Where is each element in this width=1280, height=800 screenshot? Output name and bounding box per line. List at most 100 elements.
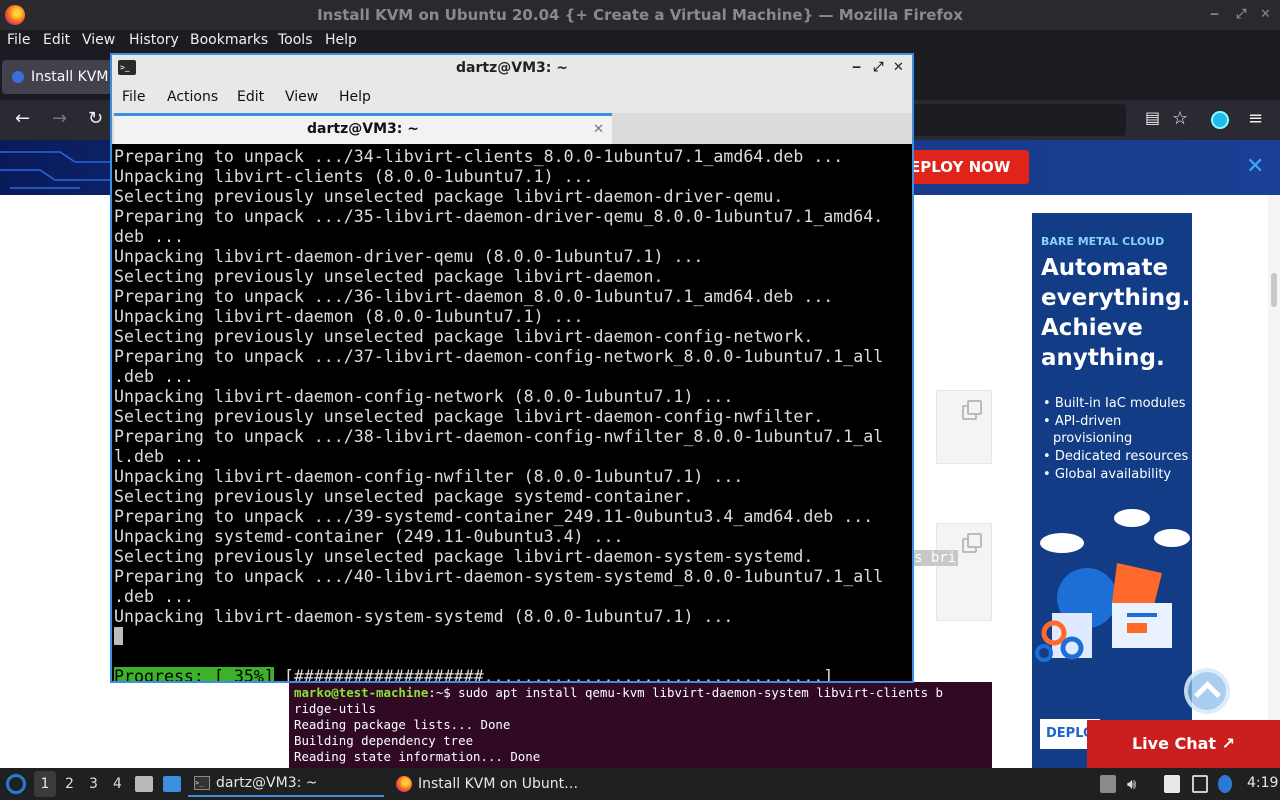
terminal-tab[interactable]: dartz@VM3: ~ ✕ bbox=[114, 113, 612, 144]
copy-icon[interactable] bbox=[962, 533, 982, 553]
terminal-output[interactable]: Preparing to unpack .../34-libvirt-clien… bbox=[114, 147, 910, 683]
ad-bullet: • Global availability bbox=[1043, 467, 1172, 482]
terminal-line: Preparing to unpack .../36-libvirt-daemo… bbox=[114, 287, 834, 306]
menu-bookmarks[interactable]: Bookmarks bbox=[190, 32, 268, 48]
terminal-menu-file[interactable]: File bbox=[122, 89, 145, 105]
ad-bullet: • API-driven provisioning bbox=[1043, 414, 1133, 446]
terminal-line: Preparing to unpack .../39-systemd-conta… bbox=[114, 507, 874, 526]
account-icon[interactable] bbox=[1211, 111, 1229, 129]
forward-icon[interactable]: → bbox=[52, 108, 67, 129]
circuit-graphic-icon bbox=[0, 151, 120, 189]
copy-icon[interactable] bbox=[962, 400, 982, 420]
progress-bar: [###################....................… bbox=[273, 667, 834, 683]
workspace-2[interactable]: 2 bbox=[65, 776, 74, 792]
terminal-line: Preparing to unpack .../34-libvirt-clien… bbox=[114, 147, 844, 166]
terminal-menu-view[interactable]: View bbox=[285, 89, 318, 105]
terminal-line: .deb ... bbox=[114, 587, 194, 606]
minimize-icon[interactable]: ‒ bbox=[1210, 8, 1219, 22]
terminal-line: Unpacking libvirt-daemon-driver-qemu (8.… bbox=[114, 247, 704, 266]
terminal-line: Preparing to unpack .../37-libvirt-daemo… bbox=[114, 347, 884, 366]
terminal-window[interactable]: >_ dartz@VM3: ~ ‒ ⤢ ✕ File Actions Edit … bbox=[110, 53, 914, 683]
terminal-minimize-icon[interactable]: ‒ bbox=[852, 55, 861, 81]
terminal-line: Selecting previously unselected package … bbox=[114, 487, 694, 506]
article-terminal-screenshot: marko@test-machine:~$ sudo apt install q… bbox=[289, 682, 992, 768]
volume-icon[interactable]: 🔊︎ bbox=[1127, 775, 1143, 793]
display-icon[interactable] bbox=[1192, 775, 1208, 793]
terminal-window-title: dartz@VM3: ~ bbox=[456, 60, 568, 76]
progress-line: Progress: [ 35%] [###################...… bbox=[114, 667, 910, 683]
reload-icon[interactable]: ↻ bbox=[88, 108, 103, 129]
terminal-tab-close-icon[interactable]: ✕ bbox=[593, 116, 604, 143]
terminal-menu-edit[interactable]: Edit bbox=[237, 89, 264, 105]
terminal-line: deb ... bbox=[114, 227, 184, 246]
terminal-line: ridge-utils bbox=[294, 701, 377, 716]
clipboard-icon[interactable] bbox=[1164, 775, 1180, 793]
bookmark-star-icon[interactable]: ☆ bbox=[1172, 108, 1188, 129]
updates-icon[interactable] bbox=[1218, 775, 1232, 793]
ad-bullet: • Built-in IaC modules bbox=[1043, 396, 1186, 411]
menu-history[interactable]: History bbox=[129, 32, 179, 48]
cloud-illustration-icon bbox=[1035, 509, 1190, 662]
back-icon[interactable]: ← bbox=[15, 108, 30, 129]
terminal-line: Selecting previously unselected package … bbox=[114, 267, 664, 286]
taskbar-firefox-task[interactable]: Install KVM on Ubunt… bbox=[392, 771, 588, 797]
reader-view-icon[interactable]: ▤ bbox=[1145, 108, 1160, 127]
app-menu-icon[interactable]: ≡ bbox=[1248, 108, 1263, 129]
terminal-cursor-line bbox=[114, 627, 910, 647]
banner-close-icon[interactable]: ✕ bbox=[1246, 154, 1264, 179]
terminal-line: Preparing to unpack .../35-libvirt-daemo… bbox=[114, 207, 884, 226]
scrollbar-thumb[interactable] bbox=[1271, 273, 1277, 307]
menu-tools[interactable]: Tools bbox=[278, 32, 313, 48]
menu-help[interactable]: Help bbox=[325, 32, 357, 48]
page-scrollbar[interactable] bbox=[1268, 195, 1280, 768]
scroll-to-top-icon[interactable] bbox=[1184, 668, 1230, 714]
terminal-line: Unpacking libvirt-daemon (8.0.0-1ubuntu7… bbox=[114, 307, 584, 326]
ad-headline-line: Automate bbox=[1041, 255, 1169, 281]
terminal-line: Unpacking libvirt-daemon-config-nwfilter… bbox=[114, 467, 744, 486]
show-desktop-icon[interactable] bbox=[163, 776, 181, 792]
terminal-line: Selecting previously unselected package … bbox=[114, 187, 784, 206]
live-chat-button[interactable]: Live Chat ↗ bbox=[1087, 720, 1280, 768]
app-launcher-icon[interactable] bbox=[6, 774, 26, 794]
terminal-title-bar[interactable]: >_ dartz@VM3: ~ ‒ ⤢ ✕ bbox=[112, 55, 912, 81]
ad-headline-line: Achieve bbox=[1041, 315, 1143, 341]
taskbar-terminal-task[interactable]: >_ dartz@VM3: ~ bbox=[188, 771, 384, 797]
terminal-line: Preparing to unpack .../40-libvirt-daemo… bbox=[114, 567, 884, 586]
code-text-fragment: s bri bbox=[912, 550, 959, 566]
terminal-icon: >_ bbox=[118, 60, 136, 75]
menu-file[interactable]: File bbox=[7, 32, 30, 48]
browser-tab-title: Install KVM bbox=[31, 69, 109, 85]
advertisement[interactable]: BARE METAL CLOUD Automate everything. Ac… bbox=[1032, 213, 1192, 768]
terminal-menu-actions[interactable]: Actions bbox=[167, 89, 218, 105]
workspace-4[interactable]: 4 bbox=[113, 776, 122, 792]
terminal-line: Reading package lists... Done bbox=[294, 717, 511, 732]
terminal-menu-help[interactable]: Help bbox=[339, 89, 371, 105]
terminal-line: .deb ... bbox=[114, 367, 194, 386]
workspace-1[interactable]: 1 bbox=[34, 771, 56, 797]
firefox-window-title: Install KVM on Ubuntu 20.04 {+ Create a … bbox=[317, 6, 963, 24]
site-favicon-icon bbox=[12, 71, 24, 83]
menu-edit[interactable]: Edit bbox=[43, 32, 70, 48]
close-icon[interactable]: ✕ bbox=[1260, 8, 1271, 22]
menu-view[interactable]: View bbox=[82, 32, 115, 48]
terminal-maximize-icon[interactable]: ⤢ bbox=[873, 55, 883, 81]
eject-icon[interactable] bbox=[1100, 775, 1116, 793]
workspace-3[interactable]: 3 bbox=[89, 776, 98, 792]
terminal-cursor bbox=[114, 627, 123, 645]
terminal-line: Selecting previously unselected package … bbox=[114, 407, 824, 426]
ad-bullet-list: • Built-in IaC modules • API-driven prov… bbox=[1041, 395, 1191, 484]
terminal-close-icon[interactable]: ✕ bbox=[893, 55, 904, 81]
url-bar[interactable] bbox=[912, 104, 1126, 136]
ad-kicker: BARE METAL CLOUD bbox=[1041, 235, 1165, 248]
clock: 4:19 bbox=[1247, 775, 1279, 791]
taskbar-terminal-label: dartz@VM3: ~ bbox=[216, 775, 318, 791]
terminal-line: Unpacking libvirt-clients (8.0.0-1ubuntu… bbox=[114, 167, 594, 186]
terminal-line: Unpacking libvirt-daemon-config-network … bbox=[114, 387, 734, 406]
taskbar-firefox-label: Install KVM on Ubunt… bbox=[418, 776, 579, 792]
file-manager-icon[interactable] bbox=[135, 776, 153, 792]
maximize-icon[interactable]: ⤢ bbox=[1236, 8, 1246, 22]
terminal-icon: >_ bbox=[194, 776, 210, 790]
terminal-line: l.deb ... bbox=[114, 447, 204, 466]
ad-headline-line: anything. bbox=[1041, 345, 1165, 371]
